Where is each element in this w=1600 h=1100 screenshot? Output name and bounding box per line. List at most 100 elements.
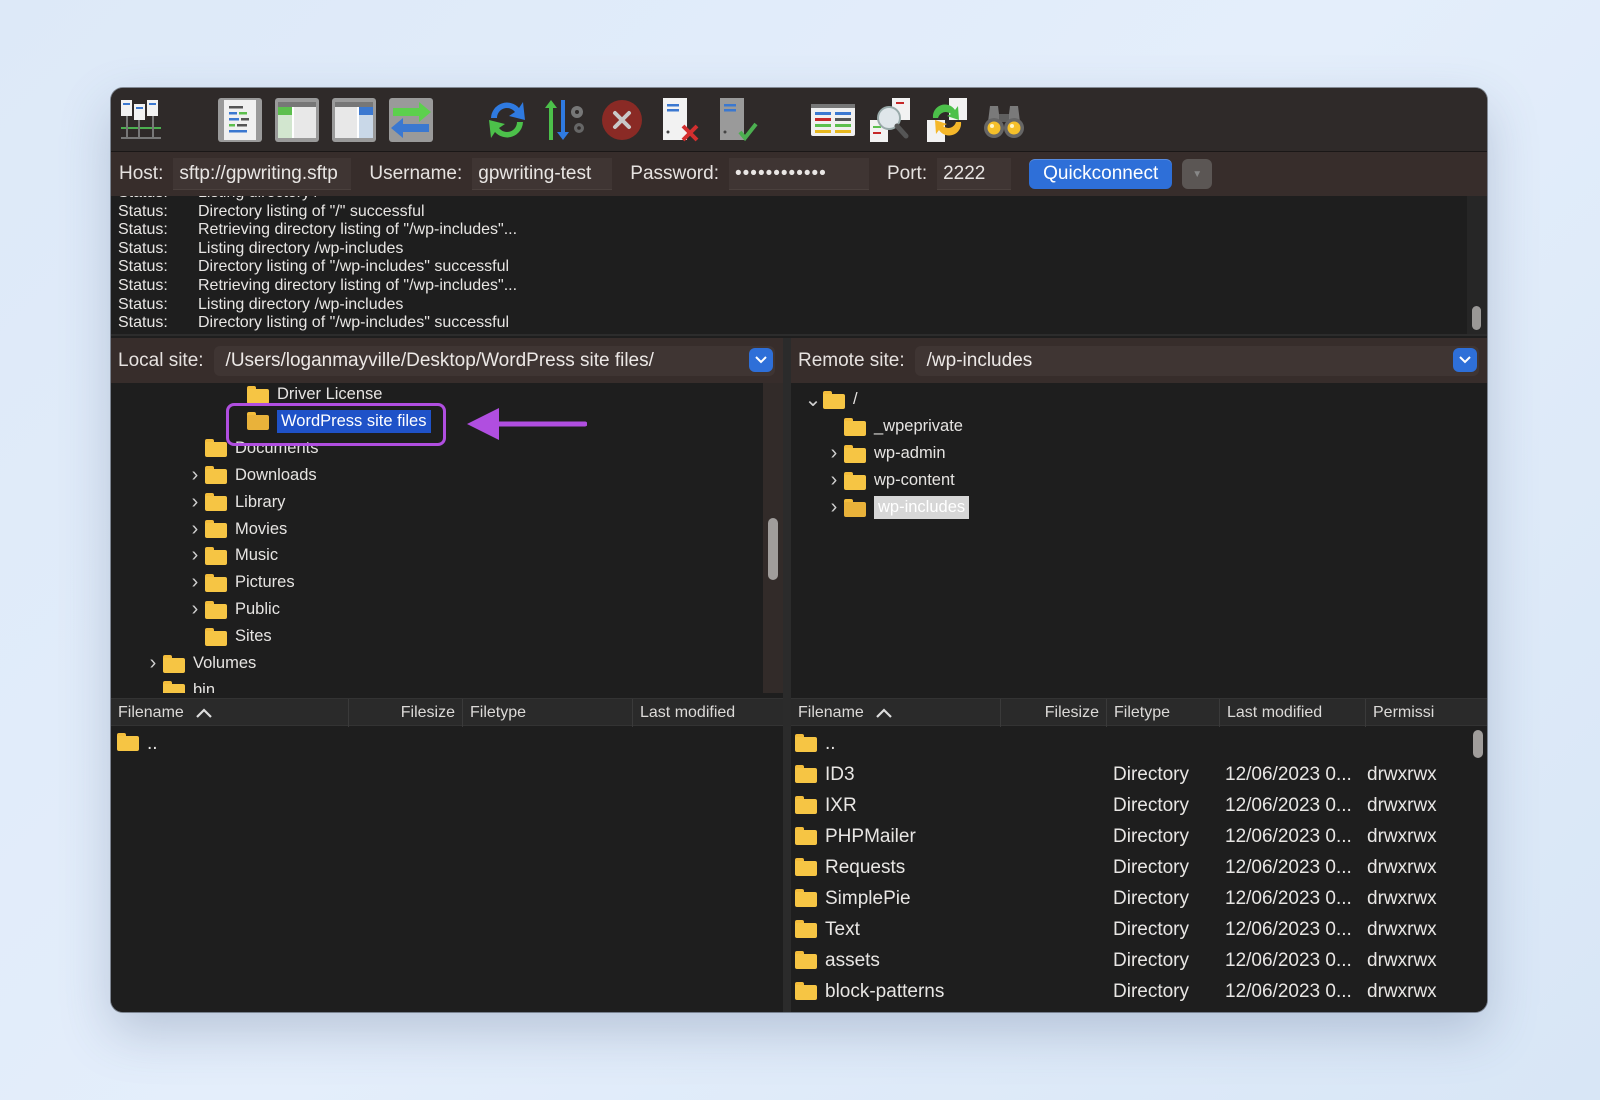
chevron-down-icon[interactable]: ⌄: [803, 387, 823, 412]
remote-tree-item[interactable]: › wp-content: [824, 467, 955, 494]
local-tree-item-label: bin: [193, 680, 216, 693]
chevron-right-icon[interactable]: ›: [185, 598, 205, 621]
local-tree-item[interactable]: Documents: [185, 435, 318, 462]
chevron-right-icon[interactable]: ›: [185, 571, 205, 594]
local-tree-item-label: Public: [235, 600, 280, 619]
local-tree-item-label: Pictures: [235, 573, 295, 592]
remote-file-row[interactable]: PHPMailer Directory 12/06/2023 0... drwxrwx: [791, 821, 1487, 852]
username-input[interactable]: [472, 158, 613, 190]
local-tree-item-label: Sites: [235, 627, 272, 646]
quickconnect-button[interactable]: Quickconnect: [1029, 159, 1173, 189]
remote-file-row[interactable]: Text Directory 12/06/2023 0... drwxrwx: [791, 914, 1487, 945]
local-col-filesize[interactable]: Filesize: [349, 699, 463, 727]
local-col-last-modified[interactable]: Last modified: [633, 699, 783, 727]
remote-col-filesize[interactable]: Filesize: [1001, 699, 1107, 727]
local-col-filename[interactable]: Filename: [111, 699, 349, 727]
remote-file-type: Directory: [1113, 980, 1190, 1002]
local-tree-scrollbar-thumb[interactable]: [768, 518, 778, 580]
log-line: Status: Listing directory /wp-includes: [118, 240, 517, 259]
local-tree-item[interactable]: › Music: [185, 542, 278, 569]
remote-col-permissions[interactable]: Permissi: [1366, 699, 1487, 727]
host-input[interactable]: [173, 158, 352, 190]
remote-tree-button[interactable]: [330, 96, 378, 144]
remote-file-name: Requests: [825, 856, 906, 878]
local-tree-item[interactable]: › Downloads: [185, 462, 317, 489]
log-scrollbar-thumb[interactable]: [1472, 306, 1481, 330]
refresh-button[interactable]: [483, 96, 531, 144]
reconnect-button[interactable]: [712, 96, 760, 144]
remote-tree-item[interactable]: › wp-admin: [824, 440, 946, 467]
remote-file-name: Text: [825, 918, 860, 940]
chevron-right-icon[interactable]: ›: [824, 442, 844, 465]
remote-file-row[interactable]: ID3 Directory 12/06/2023 0... drwxrwx: [791, 759, 1487, 790]
local-tree-item-label: Music: [235, 546, 279, 565]
remote-file-row[interactable]: IXR Directory 12/06/2023 0... drwxrwx: [791, 790, 1487, 821]
port-input[interactable]: [937, 158, 1012, 190]
remote-file-row[interactable]: ..: [791, 728, 1487, 759]
site-manager-button[interactable]: [117, 96, 165, 144]
quickconnect-history-dropdown[interactable]: ▼: [1182, 159, 1213, 189]
remote-site-dropdown[interactable]: [1453, 347, 1477, 372]
local-col-filetype[interactable]: Filetype: [463, 699, 633, 727]
message-log-button[interactable]: [216, 96, 264, 144]
log-line-label: Status:: [118, 258, 168, 276]
remote-col-filetype[interactable]: Filetype: [1107, 699, 1220, 727]
remote-tree-item[interactable]: _wpeprivate: [824, 413, 963, 440]
folder-icon: [795, 920, 817, 938]
local-tree-item[interactable]: › Library: [185, 489, 286, 516]
chevron-right-icon[interactable]: ›: [185, 518, 205, 541]
sort-ascending-icon: [196, 708, 212, 718]
chevron-down-icon: [1459, 355, 1471, 363]
chevron-right-icon[interactable]: ›: [143, 652, 163, 675]
chevron-right-icon[interactable]: ›: [824, 496, 844, 519]
local-site-dropdown[interactable]: [749, 347, 773, 372]
transfer-queue-button[interactable]: [387, 96, 435, 144]
remote-tree-item-label: wp-content: [874, 471, 955, 489]
remote-file-name: ID3: [825, 763, 855, 785]
remote-col-filename[interactable]: Filename: [791, 699, 1001, 727]
cancel-button[interactable]: [598, 96, 646, 144]
remote-site-path-input[interactable]: /wp-includes: [914, 345, 1479, 376]
local-file-row[interactable]: ..: [111, 728, 783, 759]
cancel-icon: [602, 100, 642, 140]
remote-file-row[interactable]: block-patterns Directory 12/06/2023 0... dr…: [791, 976, 1487, 1007]
pane-splitter[interactable]: [783, 338, 791, 1012]
local-tree-item[interactable]: bin: [143, 677, 215, 693]
directory-comparison-button[interactable]: [866, 96, 914, 144]
message-log-icon: [218, 98, 262, 142]
directory-filters-button[interactable]: [809, 96, 857, 144]
local-tree-item[interactable]: Driver License: [227, 383, 382, 408]
sort-ascending-icon: [876, 708, 892, 718]
folder-icon: [205, 439, 227, 458]
chevron-right-icon[interactable]: ›: [185, 544, 205, 567]
remote-col-last-modified[interactable]: Last modified: [1220, 699, 1366, 727]
local-site-label: Local site:: [118, 349, 204, 371]
local-tree-button[interactable]: [273, 96, 321, 144]
chevron-right-icon[interactable]: ›: [824, 469, 844, 492]
remote-tree-item[interactable]: › wp-includes: [824, 494, 970, 521]
local-tree-item[interactable]: Sites: [185, 623, 272, 650]
local-tree-item[interactable]: › Pictures: [185, 569, 295, 596]
local-site-path-input[interactable]: /Users/loganmayville/Desktop/WordPress s…: [213, 345, 775, 376]
remote-file-row[interactable]: SimplePie Directory 12/06/2023 0... drwxrwx: [791, 883, 1487, 914]
log-line: Status: Directory listing of "/" successf…: [118, 203, 517, 222]
folder-icon: [205, 466, 227, 485]
local-tree-item[interactable]: › Movies: [185, 516, 288, 543]
remote-tree-item[interactable]: ⌄ /: [803, 386, 858, 413]
synchronized-browsing-button[interactable]: [923, 96, 971, 144]
remote-file-row[interactable]: assets Directory 12/06/2023 0... drwxrwx: [791, 945, 1487, 976]
disconnect-button[interactable]: [655, 96, 703, 144]
site-manager-icon: [121, 100, 161, 139]
remote-file-modified: 12/06/2023 0...: [1225, 825, 1352, 847]
remote-file-row[interactable]: Requests Directory 12/06/2023 0... drwxrwx: [791, 852, 1487, 883]
chevron-right-icon[interactable]: ›: [185, 464, 205, 487]
chevron-right-icon[interactable]: ›: [185, 491, 205, 514]
binoculars-icon: [984, 106, 1024, 138]
search-remote-files-button[interactable]: [980, 96, 1028, 144]
local-tree-item[interactable]: › Public: [185, 596, 280, 623]
folder-icon: [205, 493, 227, 512]
process-queue-button[interactable]: [541, 96, 589, 144]
password-input[interactable]: [728, 158, 869, 190]
local-tree-item[interactable]: WordPress site files: [227, 408, 431, 435]
local-tree-item[interactable]: › Volumes: [143, 650, 257, 677]
